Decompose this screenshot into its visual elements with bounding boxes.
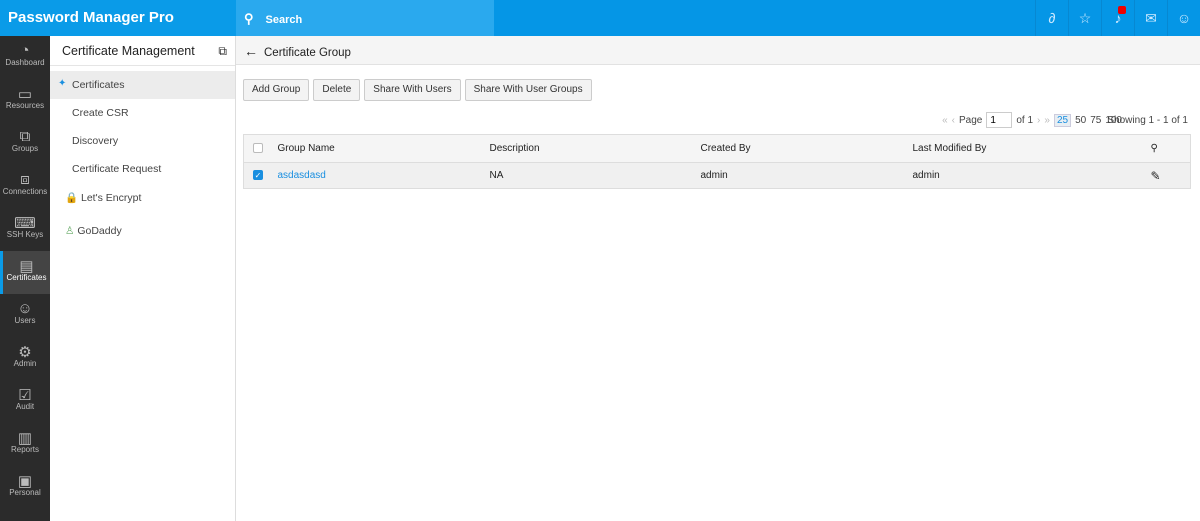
link-icon[interactable]: ∂ <box>1035 0 1068 36</box>
nav-item-reports[interactable]: ▥ Reports <box>0 423 50 466</box>
table-row: ✓ asdasdasd NA admin admin ✎ <box>243 162 1191 189</box>
nav-item-audit[interactable]: ☑ Audit <box>0 380 50 423</box>
page-size-75[interactable]: 75 <box>1090 115 1101 126</box>
lets-encrypt-icon: 🔒 <box>65 192 79 204</box>
nav-item-groups[interactable]: ⧉ Groups <box>0 122 50 165</box>
modified-by-cell: admin <box>912 162 1151 189</box>
delete-button[interactable]: Delete <box>313 79 361 101</box>
share-with-user-groups-button[interactable]: Share With User Groups <box>464 79 592 101</box>
pagination: « ‹ Page of 1 › » 25 50 75 100 <box>942 112 1122 128</box>
sidebar-item-discovery[interactable]: Discovery <box>50 127 235 155</box>
search-icon: ⚲ <box>244 11 254 26</box>
page-size-25[interactable]: 25 <box>1053 113 1072 127</box>
search-input[interactable]: ⚲ Search <box>236 0 494 36</box>
showing-count: Showing 1 - 1 of 1 <box>1107 115 1188 126</box>
select-all-checkbox[interactable] <box>253 143 263 154</box>
user-star-icon[interactable]: ☆ <box>1068 0 1101 36</box>
page-title: Certificate Group <box>264 47 351 59</box>
connections-icon: ⧈ <box>20 171 30 188</box>
pin-icon: ✦ <box>58 78 67 89</box>
sidebar-item-certificate-request[interactable]: Certificate Request <box>50 155 235 183</box>
audit-icon: ☑ <box>18 387 32 404</box>
nav-item-users[interactable]: ☺ Users <box>0 294 50 337</box>
ssh-keys-icon: ⌨ <box>14 215 36 232</box>
groups-icon: ⧉ <box>19 128 31 145</box>
first-page-icon[interactable]: « <box>942 115 948 126</box>
dashboard-icon: ◔ <box>20 42 30 59</box>
col-created-by[interactable]: Created By <box>700 134 913 163</box>
sidebar-item-create-csr[interactable]: Create CSR <box>50 99 235 127</box>
resources-icon: ▭ <box>17 86 33 103</box>
godaddy-icon: ♙ <box>65 225 75 237</box>
admin-icon: ⚙ <box>18 344 32 361</box>
group-name-link[interactable]: asdasdasd <box>278 170 326 181</box>
nav-item-dashboard[interactable]: ◔ Dashboard <box>0 36 50 79</box>
edit-icon[interactable]: ✎ <box>1151 169 1161 183</box>
sidebar: Certificate Management ⧉ ✦ Certificates Cr… <box>50 36 236 521</box>
page-input[interactable] <box>986 112 1013 128</box>
col-description[interactable]: Description <box>489 134 701 163</box>
nav-item-resources[interactable]: ▭ Resources <box>0 79 50 122</box>
nav-item-connections[interactable]: ⧈ Connections <box>0 165 50 208</box>
app-logo: Password Manager Pro <box>0 0 236 36</box>
last-page-icon[interactable]: » <box>1044 115 1050 126</box>
nav-item-personal[interactable]: ▣ Personal <box>0 466 50 509</box>
group-table: Group Name Description Created By Last M… <box>243 134 1191 189</box>
nav-item-admin[interactable]: ⚙ Admin <box>0 337 50 380</box>
toggle-icon[interactable]: ⧉ <box>218 44 227 59</box>
top-bar: Password Manager Pro ⚲ Search ∂ ☆ ♪ ✉ ☺ <box>0 0 1200 36</box>
nav-item-ssh-keys[interactable]: ⌨ SSH Keys <box>0 208 50 251</box>
add-group-button[interactable]: Add Group <box>243 79 310 101</box>
users-icon: ☺ <box>17 300 33 317</box>
page-size-50[interactable]: 50 <box>1075 115 1086 126</box>
share-with-users-button[interactable]: Share With Users <box>364 79 461 101</box>
left-nav: ◔ Dashboard ▭ Resources ⧉ Groups ⧈ Connections ⌨… <box>0 36 50 521</box>
row-checkbox[interactable]: ✓ <box>253 170 263 181</box>
col-group-name[interactable]: Group Name <box>277 134 490 163</box>
user-icon[interactable]: ☺ <box>1167 0 1200 36</box>
search-icon[interactable]: ⚲ <box>1151 143 1158 154</box>
mail-icon[interactable]: ✉ <box>1134 0 1167 36</box>
nav-item-certificates[interactable]: ▤ Certificates <box>0 251 50 294</box>
main-content: ← Certificate Group Add Group Delete Shar… <box>236 36 1200 521</box>
prev-page-icon[interactable]: ‹ <box>952 115 955 126</box>
description-cell: NA <box>489 162 701 189</box>
sidebar-title: Certificate Management <box>62 44 195 58</box>
sidebar-item-lets-encrypt[interactable]: 🔒 Let's Encrypt <box>50 183 235 217</box>
reports-icon: ▥ <box>17 430 33 447</box>
sidebar-item-godaddy[interactable]: ♙ GoDaddy <box>50 217 235 245</box>
created-by-cell: admin <box>700 162 913 189</box>
sidebar-item-certificates[interactable]: ✦ Certificates <box>50 71 235 99</box>
next-page-icon[interactable]: › <box>1037 115 1040 126</box>
personal-icon: ▣ <box>17 473 33 490</box>
bell-icon[interactable]: ♪ <box>1101 0 1134 36</box>
certificates-icon: ▤ <box>19 258 34 275</box>
notification-badge <box>1118 6 1126 14</box>
col-last-modified-by[interactable]: Last Modified By <box>912 134 1151 163</box>
back-arrow-icon[interactable]: ← <box>244 43 258 59</box>
